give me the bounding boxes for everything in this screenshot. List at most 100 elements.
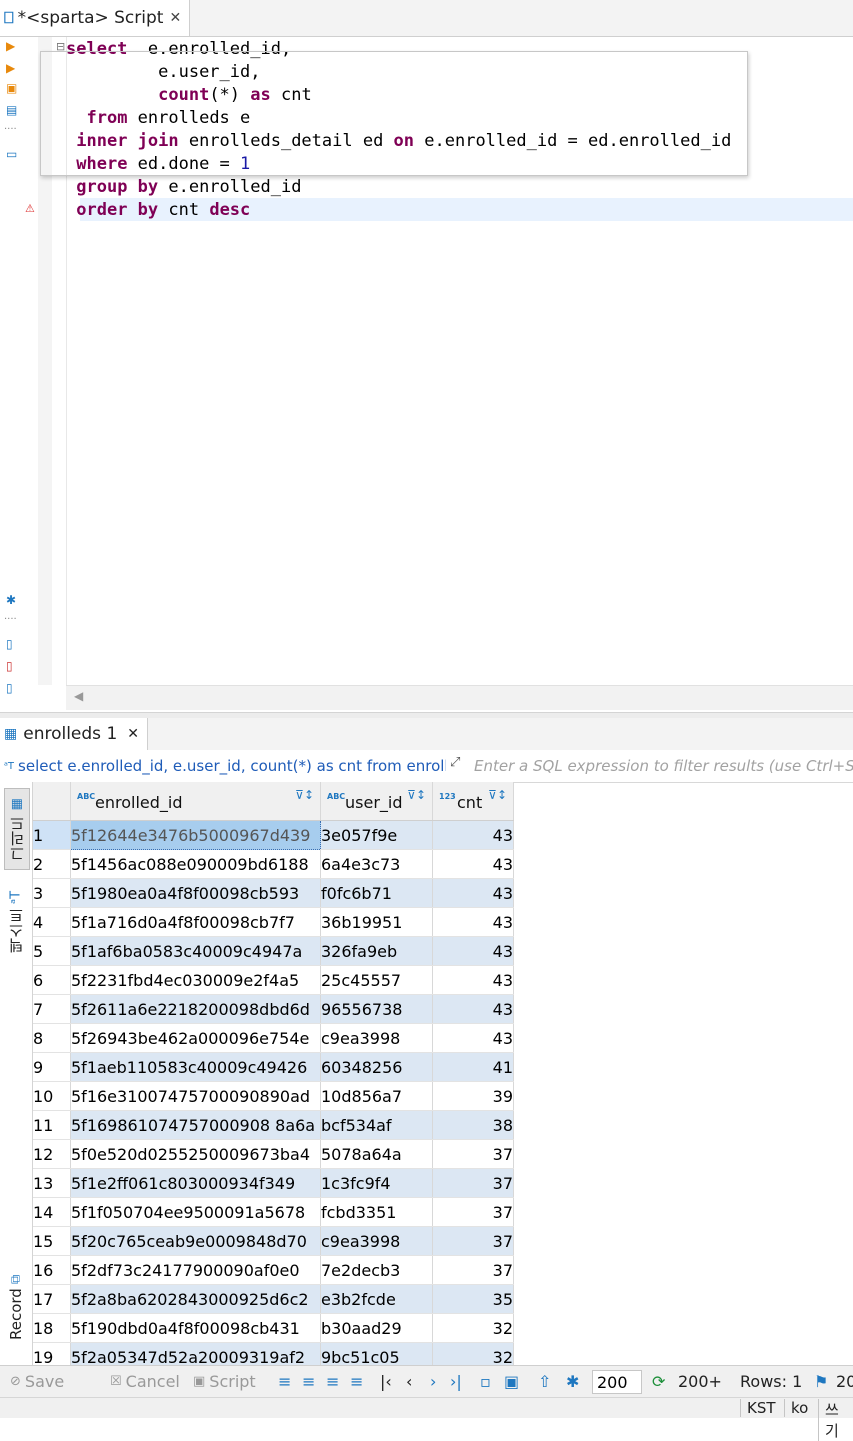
cnt-cell[interactable]: 38 [432, 1110, 514, 1140]
filter-sort-icon[interactable]: ⊽↕ [488, 788, 507, 802]
enrolled-id-cell[interactable]: 5f2a05347d52a20009319af2 [70, 1342, 321, 1365]
results-grid[interactable]: ABC enrolled_id ⊽↕ ABC user_id ⊽↕ 123 cn… [33, 782, 853, 1365]
close-icon[interactable]: ✕ [127, 726, 139, 742]
cnt-cell[interactable]: 43 [432, 1023, 514, 1053]
enrolled-id-cell[interactable]: 5f2df73c24177900090af0e0 [70, 1255, 321, 1285]
cnt-cell[interactable]: 43 [432, 907, 514, 937]
enrolled-id-cell[interactable]: 5f26943be462a000096e754e [70, 1023, 321, 1053]
export-data-icon[interactable]: ⇧ [538, 1372, 551, 1391]
row-number-cell[interactable]: 2 [33, 849, 71, 879]
copy-row-icon[interactable]: ≡ [326, 1372, 339, 1391]
output-icon[interactable]: ▯ [6, 659, 13, 673]
enrolled-id-cell[interactable]: 5f1a716d0a4f8f00098cb7f7 [70, 907, 321, 937]
enrolled-id-cell[interactable]: 5f1aeb110583c40009c49426 [70, 1052, 321, 1082]
filter-sort-icon[interactable]: ⊽↕ [295, 788, 314, 802]
fetch-size-input[interactable] [592, 1370, 642, 1394]
row-number-cell[interactable]: 7 [33, 994, 71, 1024]
cancel-button[interactable]: ☒ Cancel [110, 1372, 180, 1391]
user-id-cell[interactable]: fcbd3351 [320, 1197, 433, 1227]
row-number-cell[interactable]: 19 [33, 1342, 71, 1365]
user-id-cell[interactable]: 10d856a7 [320, 1081, 433, 1111]
row-number-header[interactable] [33, 782, 71, 821]
cnt-cell[interactable]: 43 [432, 849, 514, 879]
user-id-cell[interactable]: 7e2decb3 [320, 1255, 433, 1285]
fold-toggle-icon[interactable]: ⊟ [56, 40, 65, 53]
maximize-icon[interactable]: ▣ [504, 1372, 519, 1391]
user-id-cell[interactable]: 25c45557 [320, 965, 433, 995]
cnt-cell[interactable]: 43 [432, 936, 514, 966]
previous-page-icon[interactable]: ‹ [406, 1372, 412, 1391]
table-row[interactable]: 3 5f1980ea0a4f8f00098cb593 f0fc6b71 43 [33, 878, 514, 908]
user-id-cell[interactable]: c9ea3998 [320, 1023, 433, 1053]
table-row[interactable]: 18 5f190dbd0a4f8f00098cb431 b30aad29 32 [33, 1313, 514, 1343]
row-number-cell[interactable]: 3 [33, 878, 71, 908]
row-number-cell[interactable]: 1 [33, 820, 71, 850]
row-number-cell[interactable]: 9 [33, 1052, 71, 1082]
gear-icon[interactable]: ✱ [6, 593, 16, 607]
editor-horizontal-scrollbar[interactable]: ◀ [66, 685, 853, 710]
terminal-icon[interactable]: ▭ [6, 147, 17, 161]
enrolled-id-cell[interactable]: 5f1980ea0a4f8f00098cb593 [70, 878, 321, 908]
row-number-cell[interactable]: 11 [33, 1110, 71, 1140]
cnt-cell[interactable]: 32 [432, 1313, 514, 1343]
user-id-cell[interactable]: 326fa9eb [320, 936, 433, 966]
table-row[interactable]: 13 5f1e2ff061c803000934f349 1c3fc9f4 37 [33, 1168, 514, 1198]
script-button[interactable]: ▣ Script [193, 1372, 256, 1391]
row-number-cell[interactable]: 12 [33, 1139, 71, 1169]
user-id-cell[interactable]: 5078a64a [320, 1139, 433, 1169]
tab-script[interactable]: ⎕ *<sparta> Script ✕ [0, 0, 191, 36]
enrolled-id-cell[interactable]: 5f169861074757000908 8a6a [70, 1110, 321, 1140]
user-id-cell[interactable]: b30aad29 [320, 1313, 433, 1343]
active-query[interactable]: ᵃT select e.enrolled_id, e.user_id, coun… [4, 753, 446, 779]
save-button[interactable]: ⊘ Save [10, 1372, 64, 1391]
last-page-icon[interactable]: ›| [450, 1372, 462, 1391]
table-row[interactable]: 5 5f1af6ba0583c40009c4947a 326fa9eb 43 [33, 936, 514, 966]
table-row[interactable]: 6 5f2231fbd4ec030009e2f4a5 25c45557 43 [33, 965, 514, 995]
user-id-cell[interactable]: f0fc6b71 [320, 878, 433, 908]
user-id-cell[interactable]: c9ea3998 [320, 1226, 433, 1256]
fetch-more-button[interactable]: 200+ [678, 1372, 722, 1391]
user-id-cell[interactable]: 6a4e3c73 [320, 849, 433, 879]
flag-icon[interactable]: ⚑ [814, 1372, 828, 1391]
row-number-cell[interactable]: 18 [33, 1313, 71, 1343]
cnt-cell[interactable]: 43 [432, 820, 514, 850]
table-row[interactable]: 17 5f2a8ba6202843000925d6c2 e3b2fcde 35 [33, 1284, 514, 1314]
column-header-user-id[interactable]: ABC user_id ⊽↕ [320, 782, 433, 821]
tab-text-view[interactable]: 텍스트 ᵃT [4, 882, 28, 962]
close-icon[interactable]: ✕ [169, 10, 181, 26]
user-id-cell[interactable]: 96556738 [320, 994, 433, 1024]
cnt-cell[interactable]: 37 [432, 1168, 514, 1198]
enrolled-id-cell[interactable]: 5f12644e3476b5000967d439 [70, 820, 321, 850]
tab-grid-view[interactable]: 그리드 ▦ [4, 788, 30, 870]
table-row[interactable]: 14 5f1f050704ee9500091a5678 fcbd3351 37 [33, 1197, 514, 1227]
cnt-cell[interactable]: 37 [432, 1226, 514, 1256]
row-number-cell[interactable]: 16 [33, 1255, 71, 1285]
enrolled-id-cell[interactable]: 5f16e31007475700090890ad [70, 1081, 321, 1111]
user-id-cell[interactable]: 9bc51c05 [320, 1342, 433, 1365]
gear-icon[interactable]: ✱ [566, 1372, 579, 1391]
row-number-cell[interactable]: 5 [33, 936, 71, 966]
add-row-icon[interactable]: ≡ [302, 1372, 315, 1391]
explain-plan-icon[interactable]: ▤ [6, 103, 17, 117]
user-id-cell[interactable]: 36b19951 [320, 907, 433, 937]
execute-statement-icon[interactable]: ▶ [6, 39, 15, 53]
table-row[interactable]: 8 5f26943be462a000096e754e c9ea3998 43 [33, 1023, 514, 1053]
row-number-cell[interactable]: 14 [33, 1197, 71, 1227]
cnt-cell[interactable]: 37 [432, 1197, 514, 1227]
table-row[interactable]: 16 5f2df73c24177900090af0e0 7e2decb3 37 [33, 1255, 514, 1285]
enrolled-id-cell[interactable]: 5f2231fbd4ec030009e2f4a5 [70, 965, 321, 995]
table-row[interactable]: 11 5f169861074757000908 8a6a bcf534af 38 [33, 1110, 514, 1140]
row-number-cell[interactable]: 17 [33, 1284, 71, 1314]
user-id-cell[interactable]: bcf534af [320, 1110, 433, 1140]
enrolled-id-cell[interactable]: 5f0e520d0255250009673ba4 [70, 1139, 321, 1169]
execute-script-icon[interactable]: ▣ [6, 81, 17, 95]
sql-editor[interactable]: select e.enrolled_id, e.user_id, count(*… [66, 37, 853, 685]
tab-results[interactable]: ▦ enrolleds 1 ✕ [0, 718, 148, 750]
refresh-icon[interactable]: ⟳ [652, 1372, 665, 1391]
log-icon[interactable]: ▯ [6, 681, 13, 695]
cnt-cell[interactable]: 41 [432, 1052, 514, 1082]
enrolled-id-cell[interactable]: 5f2a8ba6202843000925d6c2 [70, 1284, 321, 1314]
cnt-cell[interactable]: 32 [432, 1342, 514, 1365]
row-number-cell[interactable]: 8 [33, 1023, 71, 1053]
table-row[interactable]: 2 5f1456ac088e090009bd6188 6a4e3c73 43 [33, 849, 514, 879]
